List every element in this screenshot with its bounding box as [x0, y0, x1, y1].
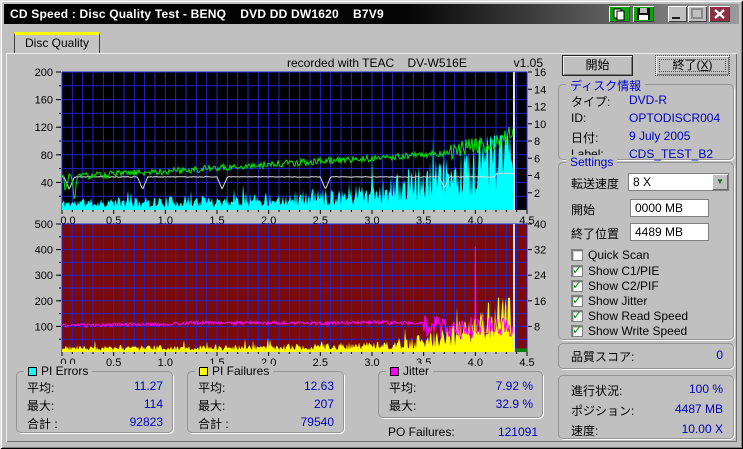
progress-groupbox: 進行状況: 100 % ポジション: 4487 MB 速度: 10.00 X	[558, 375, 734, 439]
position-row: ポジション: 4487 MB	[571, 402, 723, 418]
pi-failures-max: 最大: 207	[198, 397, 334, 413]
svg-text:200: 200	[35, 296, 53, 308]
disc-quality-top-chart: 40 80 120 160 200 2 4 6 8 10 12 14 16 0.0 0.5 1.0 1.5 2.0…	[30, 62, 555, 239]
speed-row: 速度: 10.00 X	[571, 422, 723, 438]
show-c1-pie-checkbox[interactable]	[571, 263, 583, 277]
disc-date-row: 日付: 9 July 2005	[571, 129, 691, 145]
pi-failures-swatch	[199, 366, 208, 376]
svg-text:32: 32	[534, 245, 546, 257]
svg-text:80: 80	[41, 150, 53, 162]
show-read-speed-checkbox[interactable]	[571, 308, 583, 322]
quality-score-groupbox: 品質スコア: 0	[558, 343, 734, 369]
svg-text:8: 8	[534, 136, 540, 148]
jitter-average: 平均: 7.92 %	[389, 379, 533, 395]
stop-button[interactable]: 終了(X)	[655, 55, 730, 76]
disc-quality-bottom-chart: 100 200 300 400 500 8 16 24 32 40 0.0 0.5 1.0 1.5 2.0 2…	[30, 214, 555, 381]
speed-select[interactable]: 8 X ▼	[628, 173, 729, 191]
cd-speed-window: { "window": { "title": "CD Speed : Disc …	[0, 0, 743, 449]
po-failures-row: PO Failures: 121091	[388, 425, 538, 441]
start-pos-field[interactable]: 0000 MB	[630, 199, 709, 217]
settings-groupbox: Settings 転送速度 8 X ▼ 開始 0000 MB 終了位置 4489…	[558, 155, 734, 340]
svg-text:12: 12	[534, 102, 546, 114]
svg-text:1.0: 1.0	[158, 357, 173, 369]
disc-id-row: ID: OPTODISCR004	[571, 111, 721, 125]
pi-failures-groupbox: PI Failures 平均: 12.63 最大: 207 合計 :79540	[187, 364, 344, 433]
end-pos-field[interactable]: 4489 MB	[630, 223, 709, 241]
maximize-button[interactable]	[688, 6, 707, 22]
svg-text:40: 40	[534, 219, 546, 231]
close-button[interactable]	[709, 6, 730, 22]
pi-failures-title: PI Failures	[212, 364, 270, 378]
pi-errors-average: 平均: 11.27	[27, 379, 163, 395]
chevron-down-icon[interactable]: ▼	[712, 174, 728, 190]
po-failures-label: PO Failures:	[388, 425, 455, 439]
save-icon[interactable]	[633, 6, 654, 22]
disc-info-groupbox: ディスク情報 タイプ: DVD-R ID: OPTODISCR004 日付: 9 Ju…	[558, 77, 734, 161]
disc-type-row: タイプ: DVD-R	[571, 93, 667, 109]
svg-text:4.5: 4.5	[519, 357, 534, 369]
svg-text:6: 6	[534, 153, 540, 165]
jitter-max: 最大: 32.9 %	[389, 397, 533, 413]
svg-text:160: 160	[35, 95, 53, 107]
svg-text:0.5: 0.5	[106, 357, 121, 369]
svg-text:16: 16	[534, 296, 546, 308]
pi-errors-title: PI Errors	[41, 364, 89, 378]
svg-text:200: 200	[35, 67, 53, 79]
quality-score-row: 品質スコア: 0	[571, 348, 723, 364]
show-write-speed-checkbox[interactable]	[571, 323, 583, 337]
po-failures-value: 121091	[497, 425, 538, 439]
svg-text:100: 100	[35, 321, 53, 333]
svg-text:120: 120	[35, 122, 53, 134]
start-button[interactable]: 開始	[562, 55, 633, 76]
svg-text:40: 40	[41, 177, 53, 189]
svg-text:8: 8	[534, 321, 540, 333]
pi-errors-swatch	[28, 366, 37, 376]
svg-text:24: 24	[534, 270, 546, 282]
svg-text:400: 400	[35, 245, 53, 257]
jitter-groupbox: Jitter 平均: 7.92 % 最大: 32.9 %	[378, 364, 543, 418]
post-cursor-block	[515, 348, 527, 352]
window-title: CD Speed : Disc Quality Test - BENQ DVD …	[10, 7, 384, 21]
svg-text:2: 2	[534, 188, 540, 200]
application-window: CD Speed : Disc Quality Test - BENQ DVD …	[0, 0, 743, 449]
progress-row: 進行状況: 100 %	[571, 382, 723, 398]
pi-errors-groupbox: PI Errors 平均: 11.27 最大: 114 合計 :92823	[16, 364, 173, 433]
pi-errors-total: 合計 :92823	[27, 415, 163, 431]
jitter-title: Jitter	[403, 364, 430, 378]
pi-failures-total: 合計 :79540	[198, 415, 334, 431]
side-panel: 開始 終了(X) ディスク情報 タイプ: DVD-R ID: OPTODISCR00…	[555, 55, 737, 441]
svg-text:2.5: 2.5	[313, 357, 328, 369]
svg-text:3.0: 3.0	[364, 357, 379, 369]
svg-text:500: 500	[35, 219, 53, 231]
svg-text:10: 10	[534, 119, 546, 131]
title-bar: CD Speed : Disc Quality Test - BENQ DVD …	[4, 4, 739, 24]
svg-text:300: 300	[35, 270, 53, 282]
minimize-button[interactable]	[668, 6, 687, 22]
tab-disc-quality[interactable]: Disc Quality	[14, 32, 100, 54]
pi-failures-average: 平均: 12.63	[198, 379, 334, 395]
svg-text:4: 4	[534, 171, 540, 183]
jitter-swatch	[390, 366, 399, 376]
pi-errors-max: 最大: 114	[27, 397, 163, 413]
quick-scan-checkbox[interactable]	[571, 249, 583, 261]
settings-title: Settings	[566, 155, 618, 169]
svg-text:16: 16	[534, 67, 546, 79]
show-jitter-checkbox[interactable]	[571, 293, 583, 307]
svg-text:14: 14	[534, 84, 546, 96]
disc-info-title: ディスク情報	[566, 77, 646, 94]
copy-icon[interactable]	[609, 6, 630, 22]
svg-text:4.0: 4.0	[468, 357, 483, 369]
show-c2-pif-checkbox[interactable]	[571, 278, 583, 292]
